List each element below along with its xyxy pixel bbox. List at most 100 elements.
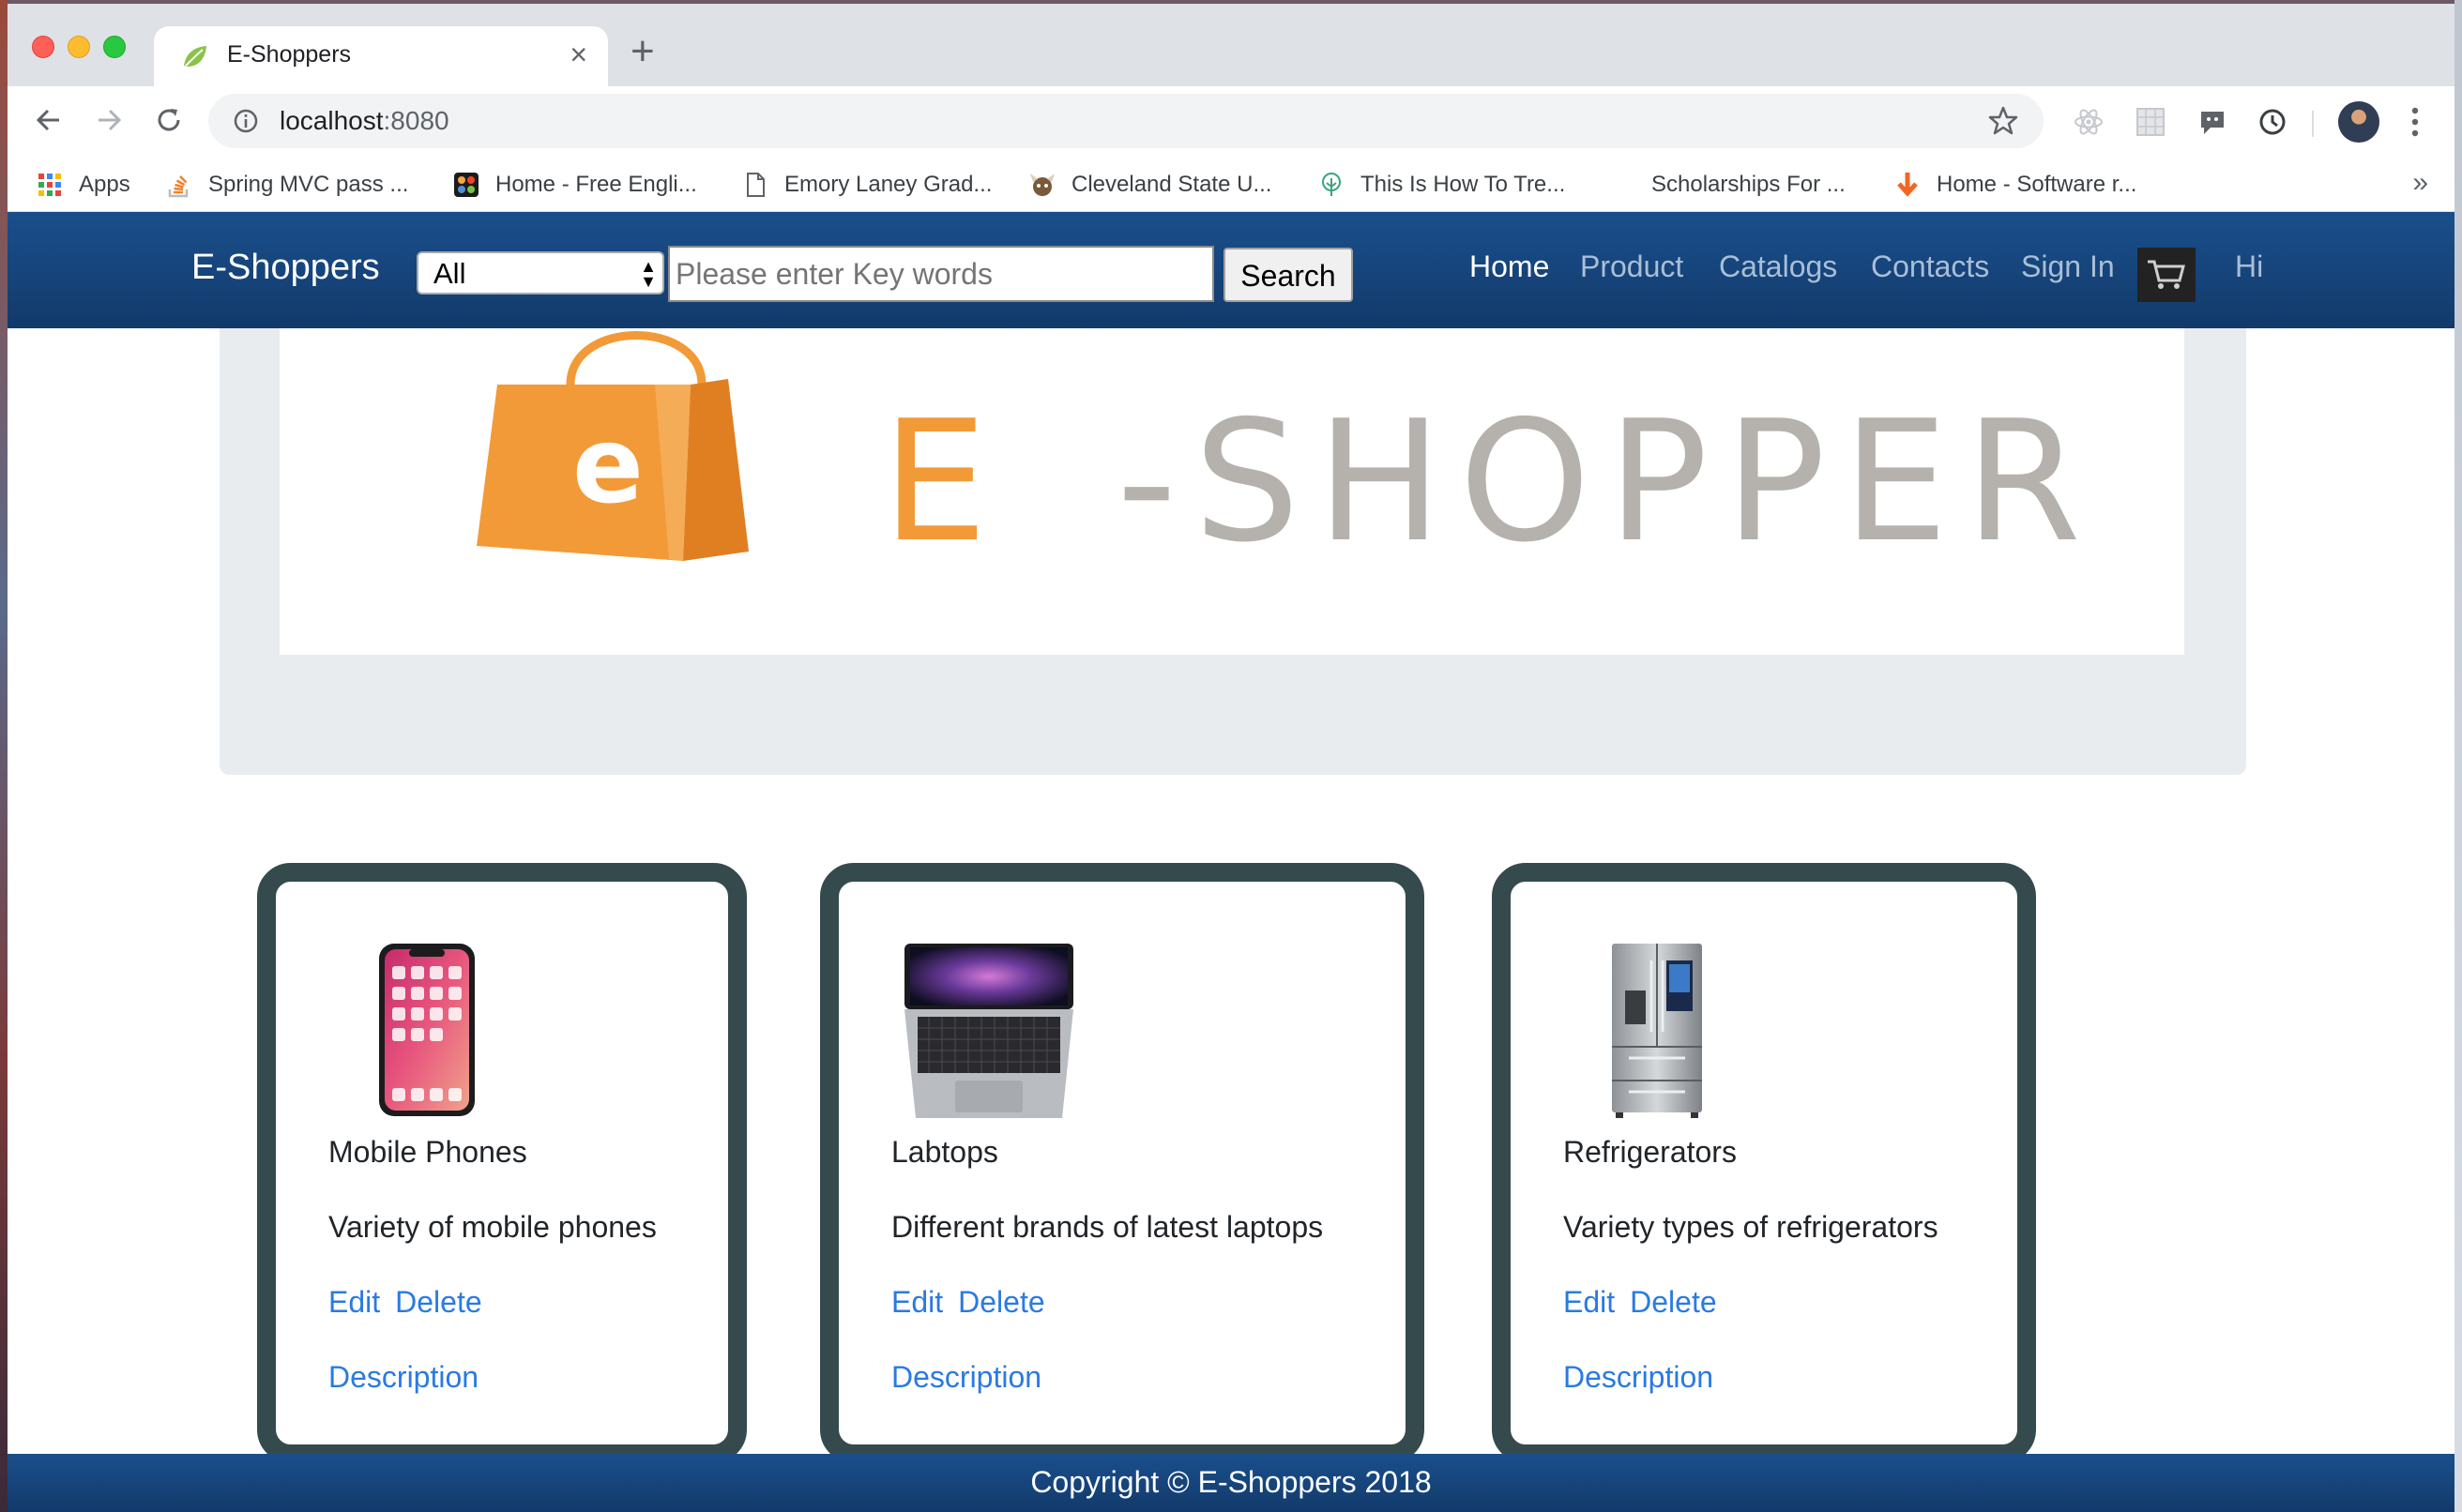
nav-product[interactable]: Product	[1580, 249, 1683, 284]
maximize-window-button[interactable]	[103, 36, 126, 58]
banner-title-e: E	[882, 385, 995, 579]
new-tab-button[interactable]: +	[631, 28, 655, 75]
hero-jumbotron: e E -SHOPPER	[220, 328, 2246, 775]
card-title: Refrigerators	[1563, 1135, 1737, 1169]
select-arrows-icon: ▲ ▼	[640, 257, 657, 291]
bookmark-label: Scholarships For ...	[1651, 172, 1846, 197]
profile-avatar[interactable]	[2338, 101, 2379, 143]
bookmark-free-english[interactable]: Home - Free Engli...	[452, 169, 697, 201]
shopping-cart-icon	[2148, 260, 2185, 289]
site-footer: Copyright © E-Shoppers 2018	[8, 1454, 2454, 1512]
minimize-window-button[interactable]	[68, 36, 90, 58]
category-card-refrigerators: Refrigerators Variety types of refrigera…	[1492, 863, 2036, 1463]
eshopper-banner: e E -SHOPPER	[280, 328, 2184, 655]
card-title: Labtops	[891, 1135, 998, 1169]
page-content: E-Shoppers All ▲ ▼ Please enter Key words…	[8, 212, 2454, 1512]
down-arrow-icon	[1897, 173, 1918, 197]
bookmark-cleveland-state[interactable]: Cleveland State U...	[1028, 169, 1271, 201]
viking-icon	[1030, 174, 1055, 196]
apps-grid-icon	[38, 174, 61, 196]
document-icon	[747, 173, 765, 197]
bookmark-label: Cleveland State U...	[1071, 172, 1272, 197]
bookmarks-bar: Apps Spring MVC pass ... Home - Free Eng…	[8, 158, 2454, 212]
card-title: Mobile Phones	[328, 1135, 527, 1169]
card-description: Different brands of latest laptops	[891, 1210, 1324, 1244]
tree-icon	[1322, 173, 1341, 196]
close-tab-icon[interactable]: ×	[570, 38, 587, 72]
url-port: :8080	[383, 106, 449, 135]
edit-link[interactable]: Edit	[891, 1285, 943, 1319]
url-text: localhost:8080	[280, 106, 449, 136]
sync-extension-icon[interactable]	[2254, 103, 2291, 141]
card-actions: Edit Delete	[891, 1285, 1060, 1320]
card-actions: Edit Delete	[328, 1285, 497, 1320]
joomla-icon	[454, 173, 479, 197]
keyword-search-input[interactable]: Please enter Key words	[668, 246, 1214, 302]
bookmark-software[interactable]: Home - Software r...	[1893, 169, 2136, 201]
bookmark-star-icon[interactable]	[1987, 105, 2019, 137]
desktop-background-right	[2454, 0, 2462, 1512]
reload-icon	[158, 109, 180, 131]
site-brand[interactable]: E-Shoppers	[191, 248, 380, 288]
info-icon[interactable]	[233, 108, 259, 134]
close-window-button[interactable]	[32, 36, 54, 58]
bookmark-label: This Is How To Tre...	[1360, 172, 1566, 197]
bookmark-how-to-treat[interactable]: This Is How To Tre...	[1317, 169, 1565, 201]
more-menu-icon[interactable]	[2406, 103, 2424, 141]
back-button[interactable]	[26, 98, 71, 143]
bookmark-emory-laney[interactable]: Emory Laney Grad...	[741, 169, 992, 201]
delete-link[interactable]: Delete	[1630, 1285, 1717, 1319]
react-devtools-icon[interactable]	[2070, 103, 2107, 141]
search-button[interactable]: Search	[1223, 248, 1353, 302]
delete-link[interactable]: Delete	[395, 1285, 482, 1319]
description-link[interactable]: Description	[328, 1360, 479, 1395]
nav-home[interactable]: Home	[1469, 249, 1549, 284]
bookmark-spring-mvc[interactable]: Spring MVC pass ...	[165, 169, 408, 201]
category-card-mobile-phones: Mobile Phones Variety of mobile phones E…	[257, 863, 747, 1463]
bookmark-label: Home - Free Engli...	[495, 172, 697, 197]
refrigerator-image	[1612, 944, 1702, 1118]
spring-leaf-icon	[184, 46, 206, 67]
url-host: localhost	[280, 106, 384, 135]
browser-window: E-Shoppers × + localhost:8080 Apps Sprin…	[8, 4, 2454, 1512]
cart-button[interactable]	[2137, 248, 2196, 302]
delete-link[interactable]: Delete	[958, 1285, 1045, 1319]
bookmark-label: Apps	[79, 172, 130, 197]
card-description: Variety of mobile phones	[328, 1210, 657, 1244]
card-actions: Edit Delete	[1563, 1285, 1732, 1320]
chat-extension-icon[interactable]	[2194, 103, 2231, 141]
reload-button[interactable]	[146, 98, 191, 143]
site-navbar: E-Shoppers All ▲ ▼ Please enter Key words…	[8, 212, 2454, 328]
toolbar-separator	[2312, 111, 2314, 137]
description-link[interactable]: Description	[1563, 1360, 1713, 1395]
nav-contacts[interactable]: Contacts	[1871, 249, 1989, 284]
tab-e-shoppers[interactable]: E-Shoppers ×	[154, 26, 608, 86]
category-selected-value: All	[433, 257, 466, 290]
nav-sign-in[interactable]: Sign In	[2021, 249, 2115, 284]
nav-greeting[interactable]: Hi	[2235, 249, 2263, 284]
nav-catalogs[interactable]: Catalogs	[1719, 249, 1837, 284]
more-bookmarks-chevron-icon[interactable]: »	[2412, 167, 2428, 199]
card-description: Variety types of refrigerators	[1563, 1210, 1938, 1244]
tab-title: E-Shoppers	[227, 41, 352, 68]
desktop-background-left	[0, 0, 8, 1512]
edit-link[interactable]: Edit	[328, 1285, 380, 1319]
category-select[interactable]: All ▲ ▼	[417, 251, 664, 295]
mobile-phone-image	[379, 944, 475, 1116]
edit-link[interactable]: Edit	[1563, 1285, 1615, 1319]
description-link[interactable]: Description	[891, 1360, 1041, 1395]
bookmark-label: Emory Laney Grad...	[784, 172, 993, 197]
category-card-laptops: Labtops Different brands of latest lapto…	[820, 863, 1424, 1463]
back-arrow-icon	[36, 109, 59, 131]
forward-arrow-icon	[99, 109, 122, 131]
banner-title-rest: -SHOPPER	[1117, 385, 2098, 579]
bookmark-scholarships[interactable]: Scholarships For ...	[1651, 169, 1846, 201]
address-bar[interactable]: localhost:8080	[208, 94, 2044, 148]
stackoverflow-icon	[168, 175, 189, 198]
forward-button[interactable]	[86, 98, 131, 143]
bag-letter: e	[572, 405, 644, 527]
shopping-bag-logo-icon: e	[477, 331, 749, 561]
extension-grid-icon[interactable]	[2132, 103, 2169, 141]
tab-strip: E-Shoppers × +	[8, 4, 2454, 86]
bookmark-apps[interactable]: Apps	[36, 169, 130, 201]
